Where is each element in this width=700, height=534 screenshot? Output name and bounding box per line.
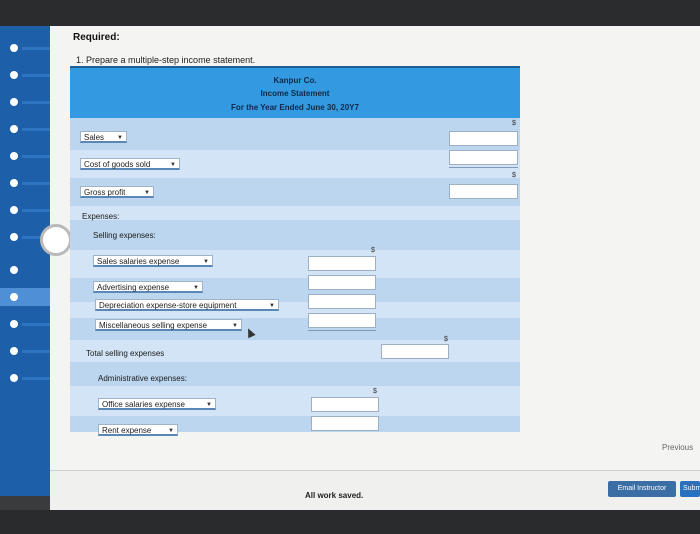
nav-divider [22,350,50,353]
currency-symbol: $ [444,336,448,343]
admin-expenses-label: Administrative expenses: [98,374,187,383]
nav-item-12[interactable] [10,347,18,355]
subtotal-line [308,330,376,331]
submit-button[interactable]: Subm [680,481,700,497]
rent-select[interactable]: Rent expense ▼ [98,424,178,436]
advertising-amount-input[interactable] [308,275,376,290]
current-question-marker[interactable] [40,224,72,256]
office-salaries-amount-input[interactable] [311,397,379,412]
nav-divider [22,101,50,104]
save-status: All work saved. [305,491,364,500]
chevron-down-icon: ▼ [269,303,275,309]
chevron-down-icon: ▼ [144,190,150,196]
statement-title: Income Statement [260,89,330,98]
nav-divider [22,209,50,212]
nav-item-1[interactable] [10,44,18,52]
misc-selling-select[interactable]: Miscellaneous selling expense ▼ [95,319,242,331]
currency-symbol: $ [373,388,377,395]
cogs-select[interactable]: Cost of goods sold ▼ [80,158,180,170]
gross-profit-amount-input[interactable] [449,184,518,199]
currency-symbol: $ [512,120,516,127]
statement-header: Kanpur Co. Income Statement For the Year… [70,66,520,120]
nav-divider [22,182,50,185]
statement-period: For the Year Ended June 30, 20Y7 [231,103,359,112]
question-text: 1. Prepare a multiple-step income statem… [76,55,256,65]
chevron-down-icon: ▼ [206,402,212,408]
nav-divider [22,155,50,158]
email-instructor-button[interactable]: Email Instructor [608,481,676,497]
nav-divider [22,74,50,77]
sales-select[interactable]: Sales ▼ [80,131,127,143]
currency-symbol: $ [371,247,375,254]
nav-item-6[interactable] [10,179,18,187]
nav-item-8[interactable] [10,233,18,241]
nav-item-10[interactable] [10,293,18,301]
nav-item-4[interactable] [10,125,18,133]
expenses-label: Expenses: [82,212,120,221]
nav-divider [22,128,50,131]
currency-symbol: $ [512,172,516,179]
misc-selling-amount-input[interactable] [308,313,376,328]
rent-amount-input[interactable] [311,416,379,431]
question-nav [0,26,50,496]
selling-expenses-label: Selling expenses: [93,231,156,240]
nav-item-3[interactable] [10,98,18,106]
total-selling-label: Total selling expenses [86,349,165,358]
nav-item-13[interactable] [10,374,18,382]
sales-salaries-amount-input[interactable] [308,256,376,271]
cogs-amount-input[interactable] [449,150,518,165]
advertising-select[interactable]: Advertising expense ▼ [93,281,203,293]
row-band [70,206,520,220]
company-name: Kanpur Co. [273,76,317,85]
depreciation-select[interactable]: Depreciation expense-store equipment ▼ [95,299,279,311]
chevron-down-icon: ▼ [168,428,174,434]
subtotal-line [449,167,518,168]
previous-button[interactable]: Previous [662,443,693,452]
bottom-bar [50,470,700,511]
bottom-frame [0,510,700,534]
nav-divider [22,47,50,50]
sales-amount-input[interactable] [449,131,518,146]
total-selling-amount-input[interactable] [381,344,449,359]
nav-item-2[interactable] [10,71,18,79]
chevron-down-icon: ▼ [170,162,176,168]
nav-item-5[interactable] [10,152,18,160]
chevron-down-icon: ▼ [117,135,123,141]
nav-item-9[interactable] [10,266,18,274]
required-heading: Required: [73,32,120,43]
nav-divider [22,323,50,326]
nav-divider [22,377,50,380]
nav-item-7[interactable] [10,206,18,214]
sales-salaries-select[interactable]: Sales salaries expense ▼ [93,255,213,267]
gross-profit-select[interactable]: Gross profit ▼ [80,186,154,198]
nav-item-active[interactable] [0,288,50,306]
nav-item-11[interactable] [10,320,18,328]
chevron-down-icon: ▼ [203,259,209,265]
depreciation-amount-input[interactable] [308,294,376,309]
office-salaries-select[interactable]: Office salaries expense ▼ [98,398,216,410]
top-bar [0,0,700,26]
chevron-down-icon: ▼ [232,323,238,329]
chevron-down-icon: ▼ [193,285,199,291]
